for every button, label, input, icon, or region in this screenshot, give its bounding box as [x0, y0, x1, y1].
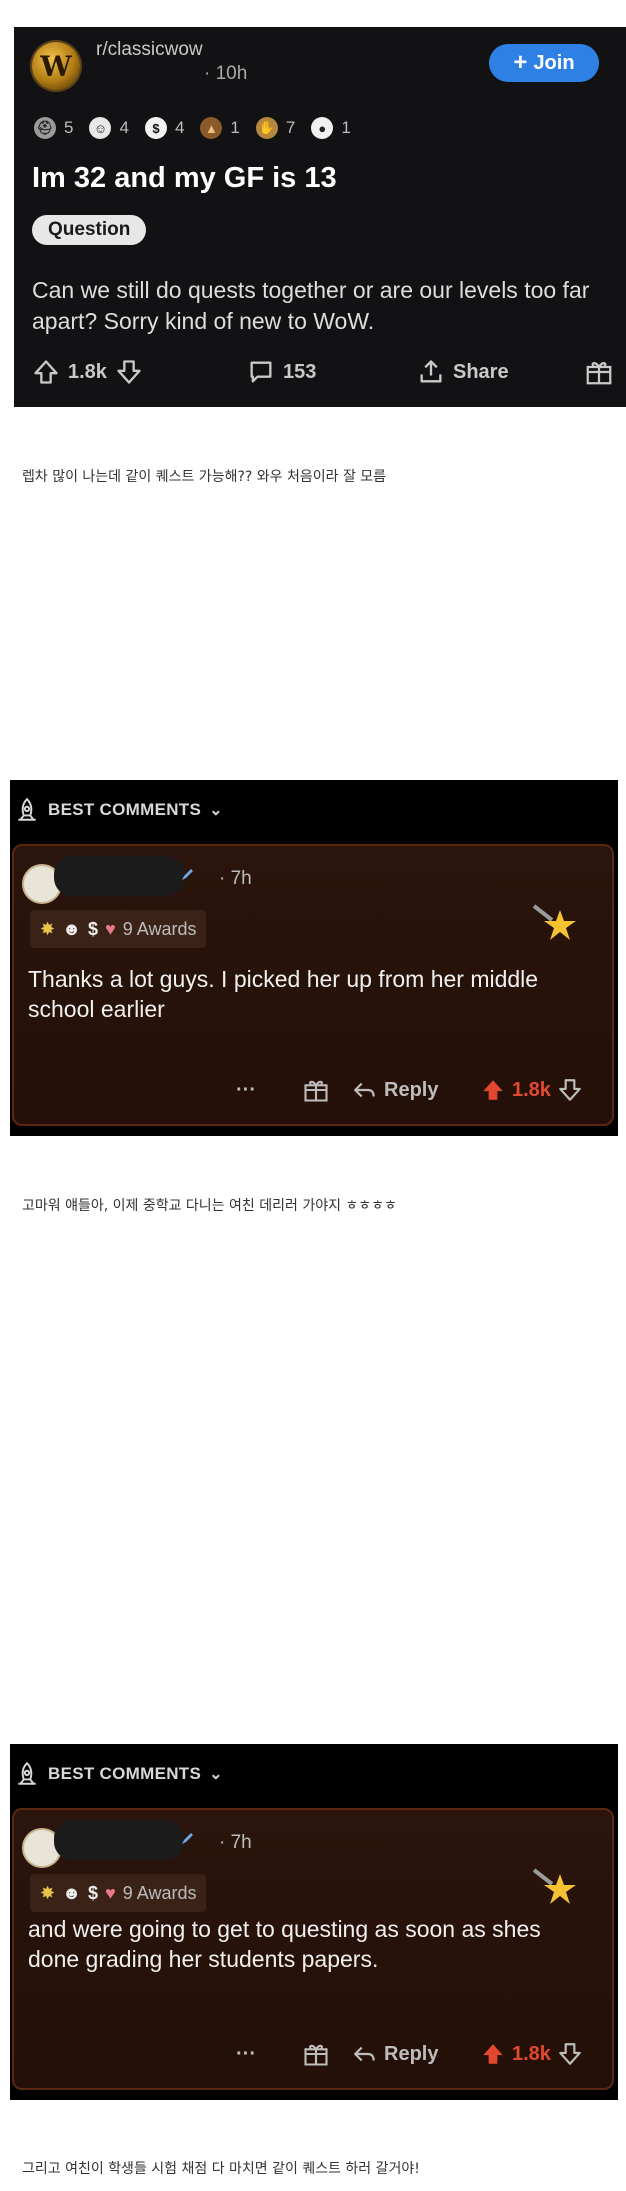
- rocket-icon: [18, 797, 36, 821]
- post-action-bar: 1.8k 153 Share: [32, 352, 617, 392]
- heart-award-icon: ♥: [105, 918, 116, 939]
- share-label: Share: [453, 360, 509, 383]
- gift-icon: [304, 2044, 328, 2066]
- comment-action-bar: ··· Reply 1.8k: [214, 2032, 604, 2076]
- comment-text: and were going to get to questing as soo…: [28, 1916, 541, 1972]
- pen-icon: [182, 1833, 193, 1844]
- reply-button[interactable]: Reply: [352, 2032, 438, 2076]
- reply-icon: [353, 2046, 375, 2062]
- subreddit-name[interactable]: r/classicwow: [96, 39, 203, 61]
- reply-button[interactable]: Reply: [352, 1068, 438, 1112]
- face-award-icon: ☺: [89, 117, 112, 139]
- comment-text: Thanks a lot guys. I picked her up from …: [28, 966, 539, 1022]
- gift-icon: [304, 1080, 328, 1102]
- star-award-icon: [532, 1868, 576, 1904]
- award-button[interactable]: [584, 352, 614, 392]
- post-body: Can we still do quests together or are o…: [32, 277, 590, 334]
- share-icon: [420, 360, 442, 383]
- comment-box: · 7h ✸ ☻ $ ♥ 9 Awards and were going to …: [12, 1808, 614, 2090]
- comments-button[interactable]: 153: [247, 352, 316, 392]
- best-comments-header[interactable]: BEST COMMENTS ⌄: [14, 788, 223, 832]
- comment-action-bar: ··· Reply 1.8k: [214, 1068, 604, 1112]
- gift-button[interactable]: [302, 1068, 330, 1112]
- award-count: 4: [119, 118, 129, 137]
- chevron-down-icon: ⌄: [209, 1766, 223, 1783]
- plus-icon: +: [513, 49, 528, 76]
- comment-box: · 7h ✸ ☻ $ ♥ 9 Awards Thanks a lot guys.…: [12, 844, 614, 1126]
- rocket-icon: [18, 1761, 36, 1785]
- comment-count: 153: [283, 360, 317, 383]
- upvote-icon[interactable]: [480, 1077, 506, 1103]
- helmet-award-icon: ⛑: [34, 117, 56, 139]
- best-comments-header[interactable]: BEST COMMENTS ⌄: [14, 1752, 223, 1796]
- vote-group: 1.8k: [32, 352, 143, 392]
- subreddit-logo-icon[interactable]: W: [32, 42, 80, 90]
- upvote-count: 1.8k: [68, 360, 107, 383]
- vote-group: 1.8k: [480, 1068, 583, 1112]
- comment-awards-row[interactable]: ✸ ☻ $ ♥ 9 Awards: [30, 910, 207, 948]
- join-label: Join: [533, 51, 575, 74]
- pen-icon: [182, 869, 193, 880]
- award-count: 4: [174, 118, 185, 137]
- best-comment-card: BEST COMMENTS ⌄ · 7h ✸ ☻ $ ♥ 9 Awards an…: [10, 1744, 618, 2100]
- chevron-down-icon: ⌄: [209, 802, 223, 819]
- poop-award-icon: ▲: [200, 117, 223, 139]
- comment-icon: [250, 361, 272, 383]
- awards-count-label: 9 Awards: [122, 1882, 197, 1903]
- downvote-icon[interactable]: [557, 2041, 583, 2067]
- post-title[interactable]: Im 32 and my GF is 13: [32, 162, 337, 195]
- caption-translation-2: 고마워 얘들아, 이제 중학교 다니는 여친 데리러 가야지 ㅎㅎㅎㅎ: [22, 1198, 397, 1214]
- share-button[interactable]: Share: [417, 352, 509, 392]
- gift-icon: [586, 362, 612, 385]
- star-award-icon: [532, 904, 576, 940]
- vote-count: 1.8k: [512, 2042, 551, 2065]
- reddit-post-card: W r/classicwow · 10h + Join ⛑ 5 ☺ 4 $ 4 …: [14, 27, 626, 407]
- award-count: 1: [341, 118, 351, 137]
- vote-group: 1.8k: [480, 2032, 583, 2076]
- heart-award-icon: ♥: [105, 1882, 116, 1903]
- comment-awards-row[interactable]: ✸ ☻ $ ♥ 9 Awards: [30, 1874, 207, 1912]
- face-award-icon: ☻: [62, 1882, 82, 1903]
- dollar-award-icon: $: [88, 1882, 99, 1903]
- vote-count: 1.8k: [512, 1078, 551, 1101]
- post-awards-row[interactable]: ⛑ 5 ☺ 4 $ 4 ▲ 1 ✋ 7 ● 1: [34, 113, 351, 143]
- best-comments-label: BEST COMMENTS: [48, 1764, 202, 1783]
- redacted-username: [54, 1820, 184, 1860]
- award-count: 1: [230, 118, 240, 137]
- awards-count-label: 9 Awards: [122, 918, 197, 939]
- sparkle-award-icon: ✸: [40, 918, 56, 939]
- gift-button[interactable]: [302, 2032, 330, 2076]
- best-comments-label: BEST COMMENTS: [48, 800, 202, 819]
- sparkle-award-icon: ✸: [40, 1882, 56, 1903]
- comment-time: · 7h: [219, 868, 252, 889]
- comment-time: · 7h: [219, 1832, 252, 1853]
- reply-label: Reply: [384, 2042, 439, 2065]
- more-options-icon[interactable]: ···: [236, 2032, 256, 2076]
- post-time: · 10h: [204, 63, 248, 84]
- redacted-username: [54, 856, 184, 896]
- snoo-award-icon: ●: [311, 117, 334, 139]
- downvote-icon[interactable]: [557, 1077, 583, 1103]
- upvote-icon[interactable]: [480, 2041, 506, 2067]
- award-count: 7: [285, 118, 296, 137]
- best-comment-card: BEST COMMENTS ⌄ · 7h ✸ ☻ $ ♥ 9 Awards Th…: [10, 780, 618, 1136]
- more-options-icon[interactable]: ···: [236, 1068, 256, 1112]
- post-flair[interactable]: Question: [32, 215, 147, 245]
- join-button[interactable]: + Join: [489, 44, 599, 82]
- reply-label: Reply: [384, 1078, 439, 1101]
- caption-translation-3: 그리고 여친이 학생들 시험 채점 다 마치면 같이 퀘스트 하러 갈거야!: [22, 2161, 420, 2177]
- face-award-icon: ☻: [62, 918, 82, 939]
- caption-translation-1: 렙차 많이 나는데 같이 퀘스트 가능해?? 와우 처음이라 잘 모름: [22, 469, 387, 485]
- upvote-icon[interactable]: [32, 358, 60, 386]
- hand-award-icon: ✋: [255, 117, 278, 139]
- dollar-award-icon: $: [88, 918, 99, 939]
- downvote-icon[interactable]: [115, 358, 143, 386]
- dollar-award-icon: $: [144, 117, 167, 139]
- award-count: 5: [64, 118, 74, 137]
- reply-icon: [353, 1082, 375, 1098]
